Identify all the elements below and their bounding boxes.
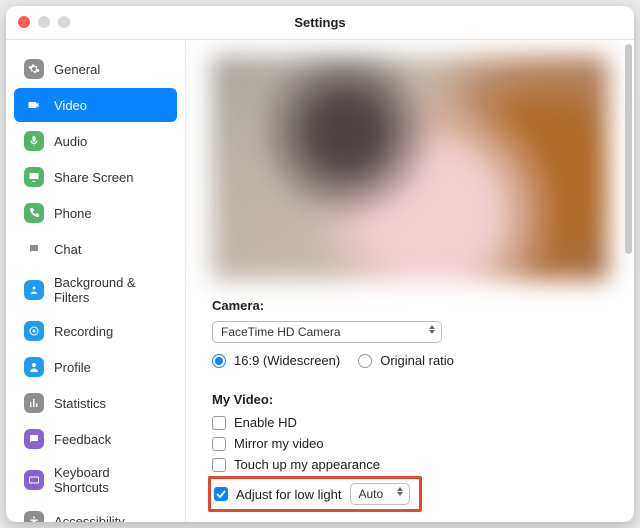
phone-icon — [24, 203, 44, 223]
video-icon — [24, 95, 44, 115]
window-controls — [18, 16, 70, 28]
sidebar-item-share-screen[interactable]: Share Screen — [14, 160, 177, 194]
radio-icon — [358, 354, 372, 368]
sidebar-item-keyboard-shortcuts[interactable]: Keyboard Shortcuts — [14, 458, 177, 502]
sidebar-item-feedback[interactable]: Feedback — [14, 422, 177, 456]
sidebar-item-general[interactable]: General — [14, 52, 177, 86]
keyboard-shortcuts-icon — [24, 470, 44, 490]
statistics-icon — [24, 393, 44, 413]
sidebar-item-label: Phone — [54, 206, 92, 221]
checkbox-icon — [214, 487, 228, 501]
close-window-button[interactable] — [18, 16, 30, 28]
sidebar-item-label: Chat — [54, 242, 81, 257]
aspect-ratio-group: 16:9 (Widescreen) Original ratio — [212, 353, 608, 374]
sidebar-item-accessibility[interactable]: Accessibility — [14, 504, 177, 522]
sidebar-item-label: Accessibility — [54, 514, 125, 523]
low-light-highlight: Adjust for low light Auto — [212, 478, 418, 510]
aspect-widescreen-option[interactable]: 16:9 (Widescreen) — [212, 353, 340, 368]
sidebar-item-label: Statistics — [54, 396, 106, 411]
aspect-widescreen-label: 16:9 (Widescreen) — [234, 353, 340, 368]
low-light-mode-value: Auto — [359, 487, 384, 501]
sidebar-item-background-filters[interactable]: Background & Filters — [14, 268, 177, 312]
touch-up-label: Touch up my appearance — [234, 457, 380, 472]
sidebar-item-label: Recording — [54, 324, 113, 339]
camera-select-value: FaceTime HD Camera — [221, 325, 341, 339]
content-area: Camera: FaceTime HD Camera 16:9 (Widescr… — [186, 40, 634, 522]
sidebar-item-label: Feedback — [54, 432, 111, 447]
my-video-section-label: My Video: — [212, 392, 608, 407]
sidebar-item-label: Background & Filters — [54, 275, 167, 305]
titlebar: Settings — [6, 6, 634, 40]
profile-icon — [24, 357, 44, 377]
sidebar-item-video[interactable]: Video — [14, 88, 177, 122]
low-light-mode-select[interactable]: Auto — [350, 483, 410, 505]
general-icon — [24, 59, 44, 79]
video-settings-panel: Camera: FaceTime HD Camera 16:9 (Widescr… — [186, 40, 634, 522]
checkbox-icon — [212, 437, 226, 451]
touch-up-option[interactable]: Touch up my appearance — [212, 457, 608, 472]
background-filters-icon — [24, 280, 44, 300]
window-body: General Video Audio Share Screen Phone Chat Ba… — [6, 40, 634, 522]
low-light-option[interactable]: Adjust for low light — [214, 487, 342, 502]
audio-icon — [24, 131, 44, 151]
camera-section-label: Camera: — [212, 298, 608, 313]
sidebar-item-label: Profile — [54, 360, 91, 375]
aspect-original-option[interactable]: Original ratio — [358, 353, 454, 368]
sidebar-item-phone[interactable]: Phone — [14, 196, 177, 230]
feedback-icon — [24, 429, 44, 449]
minimize-window-button[interactable] — [38, 16, 50, 28]
sidebar-item-label: Video — [54, 98, 87, 113]
checkbox-icon — [212, 458, 226, 472]
zoom-window-button[interactable] — [58, 16, 70, 28]
recording-icon — [24, 321, 44, 341]
sidebar-item-profile[interactable]: Profile — [14, 350, 177, 384]
sidebar-item-audio[interactable]: Audio — [14, 124, 177, 158]
scrollbar[interactable] — [625, 44, 632, 254]
checkbox-icon — [212, 416, 226, 430]
enable-hd-option[interactable]: Enable HD — [212, 415, 608, 430]
sidebar: General Video Audio Share Screen Phone Chat Ba… — [6, 40, 186, 522]
chat-icon — [24, 239, 44, 259]
low-light-label: Adjust for low light — [236, 487, 342, 502]
sidebar-item-label: Keyboard Shortcuts — [54, 465, 167, 495]
sidebar-item-statistics[interactable]: Statistics — [14, 386, 177, 420]
sidebar-item-label: General — [54, 62, 100, 77]
radio-icon — [212, 354, 226, 368]
accessibility-icon — [24, 511, 44, 522]
sidebar-item-label: Share Screen — [54, 170, 134, 185]
window-title: Settings — [294, 15, 345, 30]
enable-hd-label: Enable HD — [234, 415, 297, 430]
mirror-video-label: Mirror my video — [234, 436, 324, 451]
camera-select[interactable]: FaceTime HD Camera — [212, 321, 442, 343]
camera-preview — [212, 56, 608, 280]
sidebar-item-chat[interactable]: Chat — [14, 232, 177, 266]
aspect-original-label: Original ratio — [380, 353, 454, 368]
share-screen-icon — [24, 167, 44, 187]
settings-window: Settings General Video Audio Share Screen Ph… — [6, 6, 634, 522]
mirror-video-option[interactable]: Mirror my video — [212, 436, 608, 451]
sidebar-item-recording[interactable]: Recording — [14, 314, 177, 348]
sidebar-item-label: Audio — [54, 134, 87, 149]
